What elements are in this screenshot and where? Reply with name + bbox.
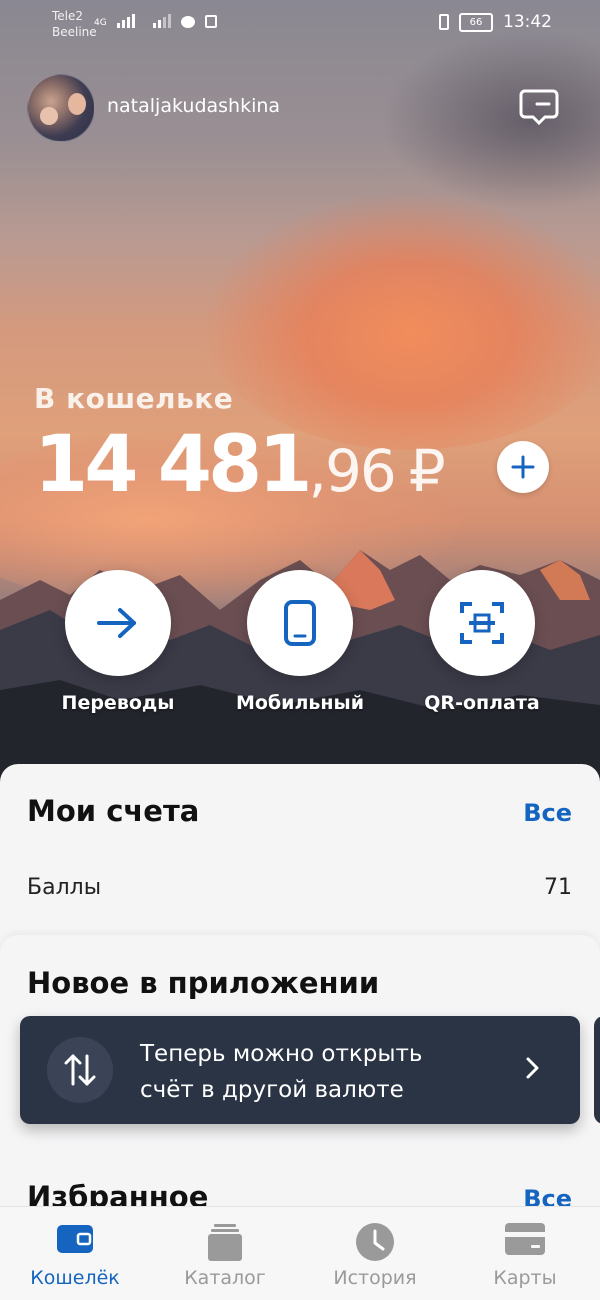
transfers-label: Переводы: [61, 692, 175, 714]
qr-label: QR-оплата: [424, 692, 540, 714]
tab-history[interactable]: История: [300, 1207, 450, 1300]
tab-wallet[interactable]: Кошелёк: [0, 1207, 150, 1300]
tab-cards[interactable]: Карты: [450, 1207, 600, 1300]
battery-level: 66: [469, 16, 483, 28]
accounts-all-link[interactable]: Все: [523, 799, 572, 827]
points-label[interactable]: Баллы: [27, 875, 101, 900]
promo-line-1: Теперь можно открыть: [140, 1041, 423, 1067]
status-bar: Tele2 Beeline 4G 66 13:42: [0, 0, 600, 46]
tab-catalog[interactable]: Каталог: [150, 1207, 300, 1300]
cloud: [380, 30, 600, 210]
card-icon: [505, 1223, 545, 1255]
carrier-2: Beeline: [52, 25, 97, 39]
promo-line-2: счёт в другой валюте: [140, 1077, 404, 1103]
signal-icon: [152, 14, 171, 28]
news-title: Новое в приложении: [27, 966, 380, 1000]
qr-scan-icon: [460, 602, 504, 644]
chat-bubble-icon[interactable]: [519, 89, 559, 125]
balance-fraction: ,96: [308, 437, 397, 505]
promo-text: Теперь можно открыть счёт в другой валют…: [140, 1036, 423, 1108]
signal-icon: [116, 14, 135, 28]
vibrate-icon: [439, 14, 449, 30]
username[interactable]: nataljakudashkina: [107, 95, 280, 117]
avatar-face: [68, 93, 86, 115]
swap-arrows-icon: [47, 1037, 113, 1103]
next-promo-peek[interactable]: [594, 1016, 600, 1124]
carrier-names: Tele2 Beeline: [52, 8, 97, 40]
currency-symbol: ₽: [408, 437, 446, 505]
qr-payment-button[interactable]: [429, 570, 535, 676]
wallet-balance: 14 481,96 ₽: [34, 420, 446, 510]
points-value: 71: [544, 875, 572, 900]
cloud: [200, 190, 600, 450]
tab-catalog-label: Каталог: [184, 1267, 266, 1289]
mobile-label: Мобильный: [235, 692, 365, 714]
signal-icons: 4G: [94, 14, 217, 28]
tab-cards-label: Карты: [493, 1267, 557, 1289]
accounts-title: Мои счета: [27, 794, 200, 828]
status-right: 66 13:42: [439, 12, 552, 32]
bottom-tab-bar: Кошелёк Каталог История Карты: [0, 1206, 600, 1300]
add-funds-button[interactable]: [497, 441, 549, 493]
mobile-payment-button[interactable]: [247, 570, 353, 676]
carrier-1: Tele2: [52, 9, 84, 23]
catalog-icon: [208, 1224, 242, 1261]
avatar-face: [40, 107, 58, 125]
arrow-right-icon: [97, 608, 136, 638]
phone-icon: [284, 600, 316, 646]
promo-banner[interactable]: Теперь можно открыть счёт в другой валют…: [20, 1016, 580, 1124]
tab-history-label: История: [333, 1267, 417, 1289]
clock-icon: [356, 1223, 394, 1261]
network-type: 4G: [94, 18, 107, 28]
message-icon: [180, 16, 195, 28]
balance-integer: 14 481: [34, 420, 313, 510]
avatar[interactable]: [27, 74, 95, 142]
transfers-button[interactable]: [65, 570, 171, 676]
battery-icon: 66: [459, 12, 493, 32]
notification-icon: [204, 15, 217, 28]
tab-wallet-label: Кошелёк: [30, 1267, 120, 1289]
plus-icon: [511, 455, 535, 479]
wallet-icon: [57, 1225, 93, 1253]
chevron-right-icon: [526, 1057, 539, 1079]
wallet-label: В кошельке: [34, 382, 234, 415]
clock-time: 13:42: [503, 12, 552, 32]
